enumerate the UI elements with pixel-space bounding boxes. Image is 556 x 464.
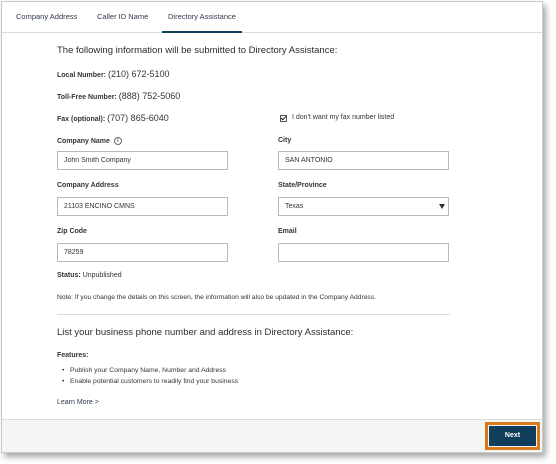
- city-input[interactable]: [278, 151, 449, 170]
- company-name-input[interactable]: [57, 151, 228, 170]
- state-label: State/Province: [278, 182, 327, 189]
- company-address-input[interactable]: [57, 197, 228, 216]
- local-number-value: (210) 672-5100: [107, 69, 170, 79]
- company-name-label-text: Company Name: [57, 137, 110, 145]
- email-input[interactable]: [278, 243, 449, 262]
- tab-bar: Company Address Caller ID Name Directory…: [2, 2, 542, 33]
- directory-assistance-panel: Company Address Caller ID Name Directory…: [1, 1, 543, 453]
- email-label: Email: [278, 228, 297, 235]
- tab-directory-assistance[interactable]: Directory Assistance: [162, 2, 242, 33]
- status-row: Status: Unpublished: [57, 272, 122, 279]
- next-button[interactable]: Next: [489, 426, 536, 446]
- info-icon[interactable]: i: [113, 137, 122, 145]
- local-number-label: Local Number:: [57, 72, 107, 79]
- section-divider: [57, 314, 450, 315]
- feature-item: Enable potential customers to readily fi…: [62, 378, 238, 385]
- chevron-down-icon: [439, 204, 445, 209]
- status-value: Unpublished: [82, 272, 122, 279]
- state-select[interactable]: Texas: [278, 197, 449, 216]
- sync-note: Note: If you change the details on this …: [57, 294, 376, 301]
- zip-code-label: Zip Code: [57, 228, 87, 235]
- local-number-row: Local Number: (210) 672-5100: [57, 69, 170, 79]
- status-label: Status:: [57, 272, 81, 279]
- list-heading: List your business phone number and addr…: [57, 327, 354, 338]
- fax-number-value: (707) 865-6040: [107, 113, 169, 123]
- tollfree-number-label: Toll-Free Number:: [57, 94, 117, 101]
- city-label: City: [278, 137, 292, 144]
- footer-bar: [2, 419, 542, 452]
- zip-code-input[interactable]: [57, 243, 228, 262]
- fax-unlisted-checkbox[interactable]: [280, 115, 287, 122]
- feature-item: Publish your Company Name, Number and Ad…: [62, 367, 226, 374]
- company-address-label: Company Address: [57, 182, 119, 189]
- tab-company-address[interactable]: Company Address: [16, 2, 77, 33]
- features-title: Features:: [57, 352, 89, 359]
- tollfree-number-value: (888) 752-5060: [118, 91, 181, 101]
- fax-number-row: Fax (optional): (707) 865-6040: [57, 113, 169, 123]
- tab-caller-id-name[interactable]: Caller ID Name: [97, 2, 148, 33]
- intro-heading: The following information will be submit…: [57, 45, 338, 56]
- fax-unlisted-label: I don't want my fax number listed: [292, 114, 395, 121]
- learn-more-link[interactable]: Learn More >: [57, 399, 99, 406]
- state-selected-value: Texas: [285, 203, 304, 210]
- fax-number-label: Fax (optional):: [57, 116, 106, 123]
- tollfree-number-row: Toll-Free Number: (888) 752-5060: [57, 91, 180, 101]
- main-content: The following information will be submit…: [2, 34, 542, 419]
- company-name-label: Company Name i: [57, 137, 122, 145]
